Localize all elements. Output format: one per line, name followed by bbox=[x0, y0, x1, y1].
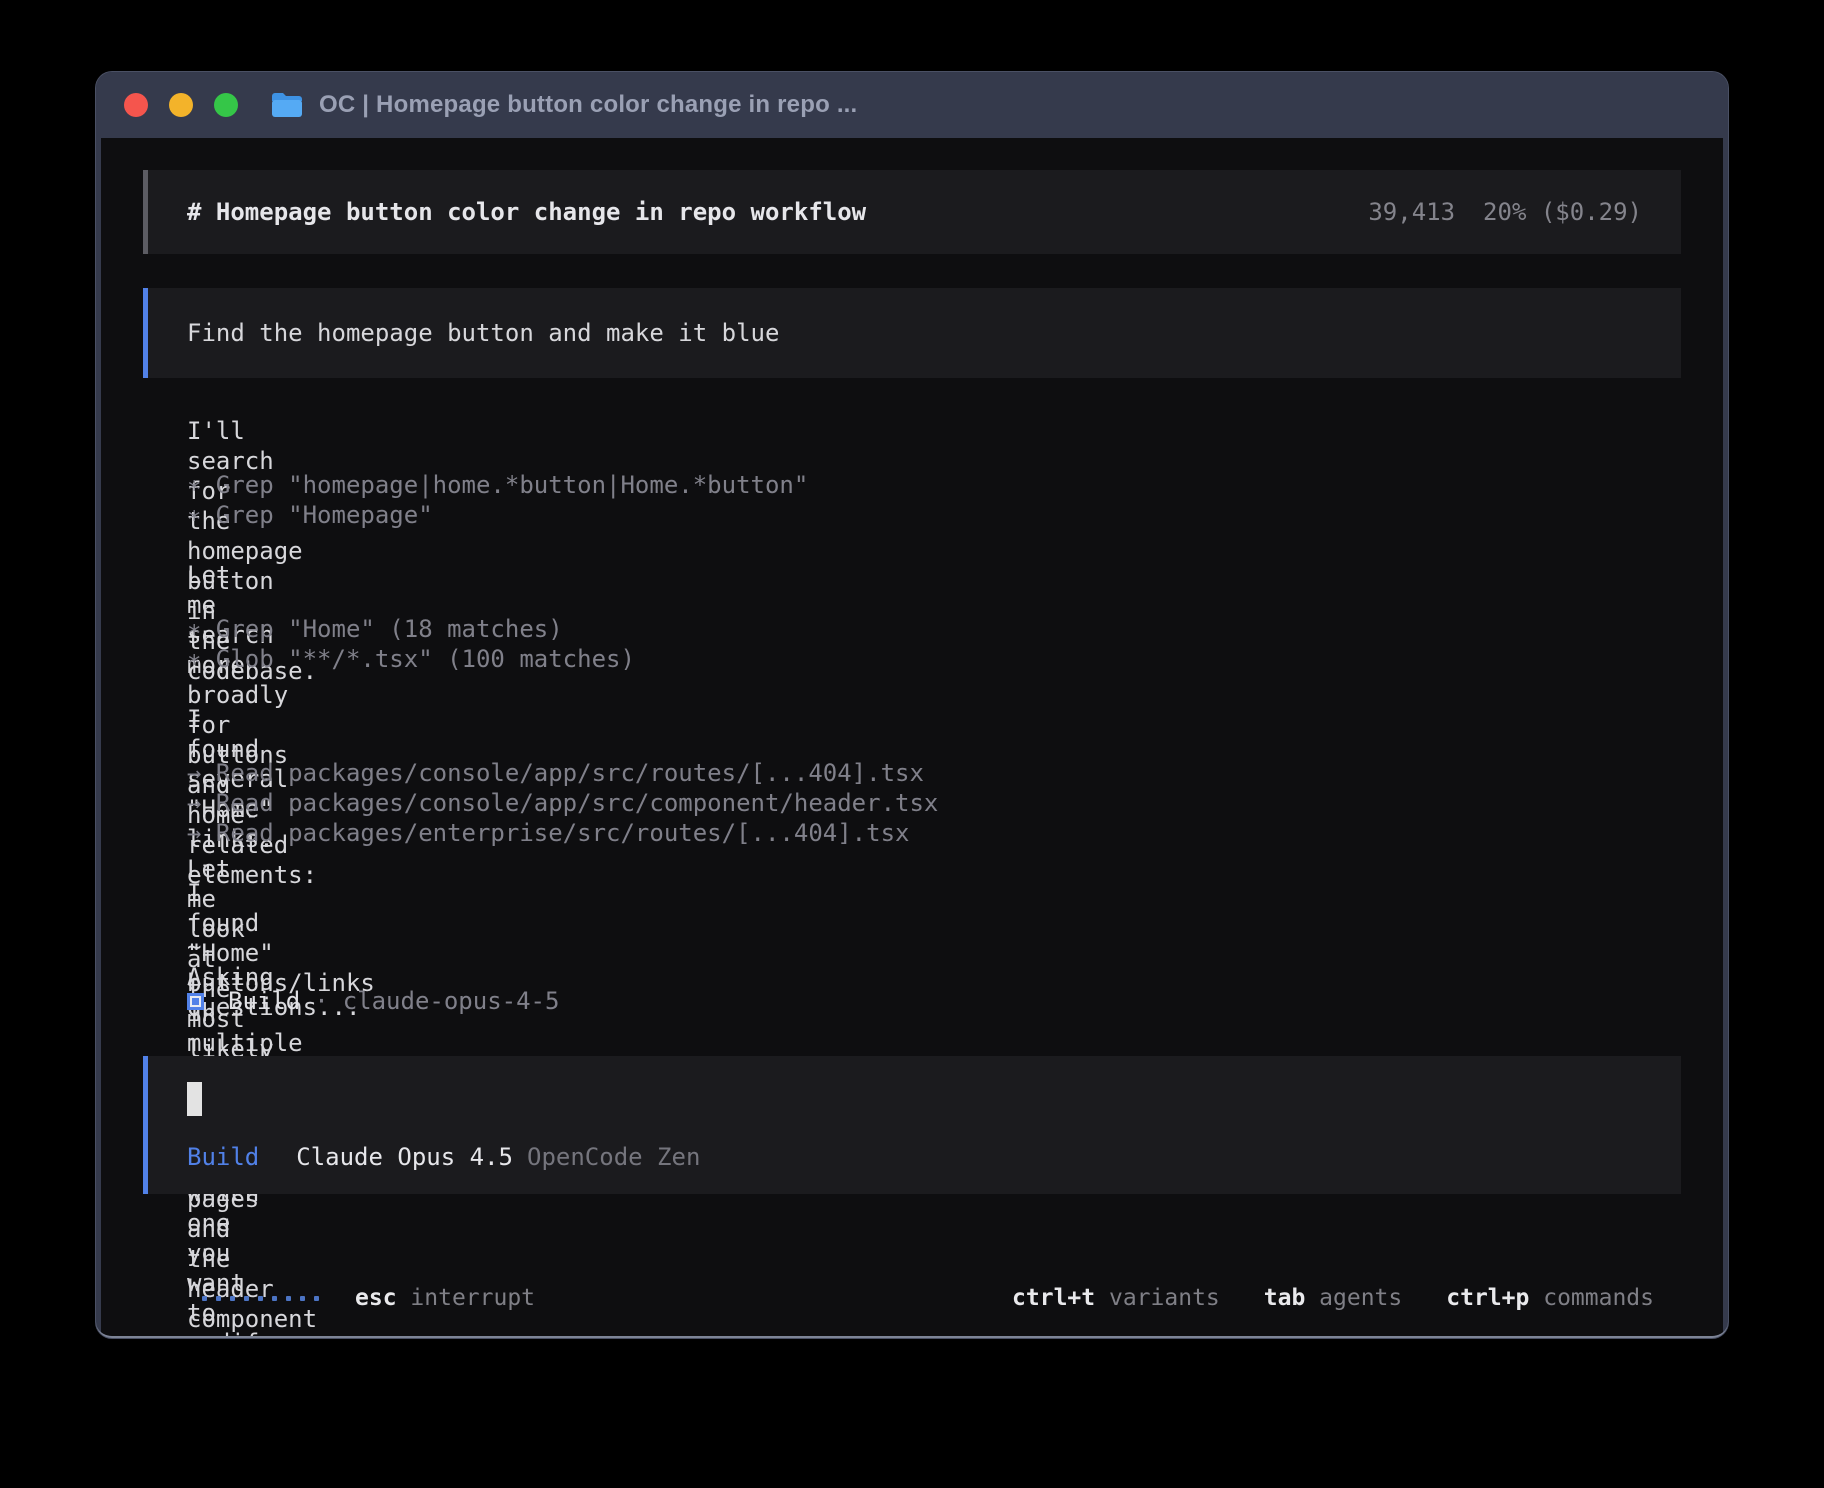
terminal-window: OC | Homepage button color change in rep… bbox=[96, 72, 1728, 1338]
prompt-input[interactable]: Build Claude Opus 4.5 OpenCode Zen bbox=[143, 1056, 1681, 1194]
minimize-button[interactable] bbox=[169, 93, 193, 117]
working-spinner-dots bbox=[202, 1296, 319, 1301]
agent-label: Build bbox=[228, 986, 300, 1016]
close-button[interactable] bbox=[124, 93, 148, 117]
shortcuts-right: ctrl+t variants tab agents ctrl+p comman… bbox=[1012, 1283, 1654, 1313]
tool-call-grep: ∗ Grep "Homepage" bbox=[187, 500, 1637, 530]
folder-icon bbox=[270, 91, 304, 119]
shortcut-agents: tab agents bbox=[1264, 1283, 1403, 1313]
tool-call-read: → Read packages/enterprise/src/routes/[.… bbox=[187, 818, 1637, 848]
session-header: # Homepage button color change in repo w… bbox=[143, 170, 1681, 254]
window-title: OC | Homepage button color change in rep… bbox=[319, 91, 857, 119]
text-cursor bbox=[187, 1082, 202, 1116]
user-message: Find the homepage button and make it blu… bbox=[143, 288, 1681, 378]
tool-call-grep: ∗ Grep "Home" (18 matches) bbox=[187, 614, 1637, 644]
shortcut-variants: ctrl+t variants bbox=[1012, 1283, 1220, 1313]
agent-status: Build · claude-opus-4-5 bbox=[187, 986, 1637, 1016]
agent-build-icon bbox=[187, 993, 204, 1010]
zoom-button[interactable] bbox=[214, 93, 238, 117]
assistant-text: Let me search more broadly for buttons a… bbox=[187, 560, 211, 584]
status-bar: esc interrupt ctrl+t variants tab agents… bbox=[143, 1274, 1681, 1336]
prompt-agent[interactable]: Build bbox=[187, 1142, 259, 1172]
agent-model: claude-opus-4-5 bbox=[343, 986, 560, 1016]
tool-call-read: → Read packages/console/app/src/routes/[… bbox=[187, 758, 1637, 788]
shortcut-commands: ctrl+p commands bbox=[1446, 1283, 1654, 1313]
session-title: # Homepage button color change in repo w… bbox=[187, 197, 866, 227]
context-usage: 20% ($0.29) bbox=[1483, 198, 1642, 226]
shortcut-interrupt: esc interrupt bbox=[355, 1283, 535, 1313]
prompt-meta: Build Claude Opus 4.5 OpenCode Zen bbox=[187, 1142, 1642, 1172]
agent-separator: · bbox=[314, 986, 328, 1016]
tool-call-read: → Read packages/console/app/src/componen… bbox=[187, 788, 1637, 818]
assistant-messages: I'll search for the homepage button in t… bbox=[143, 416, 1637, 1056]
assistant-text: I'll search for the homepage button in t… bbox=[187, 416, 211, 440]
prompt-model[interactable]: Claude Opus 4.5 bbox=[296, 1142, 513, 1172]
token-count: 39,413 bbox=[1368, 198, 1455, 226]
user-message-text: Find the homepage button and make it blu… bbox=[187, 318, 779, 348]
terminal-content: # Homepage button color change in repo w… bbox=[101, 138, 1723, 1336]
titlebar: OC | Homepage button color change in rep… bbox=[96, 72, 1728, 138]
traffic-lights bbox=[124, 93, 238, 117]
session-stats: 39,413 20% ($0.29) bbox=[1368, 197, 1642, 227]
prompt-provider: OpenCode Zen bbox=[527, 1142, 700, 1172]
tool-call-glob: ∗ Glob "**/*.tsx" (100 matches) bbox=[187, 644, 1637, 674]
tool-call-grep: ∗ Grep "homepage|home.*button|Home.*butt… bbox=[187, 470, 1637, 500]
